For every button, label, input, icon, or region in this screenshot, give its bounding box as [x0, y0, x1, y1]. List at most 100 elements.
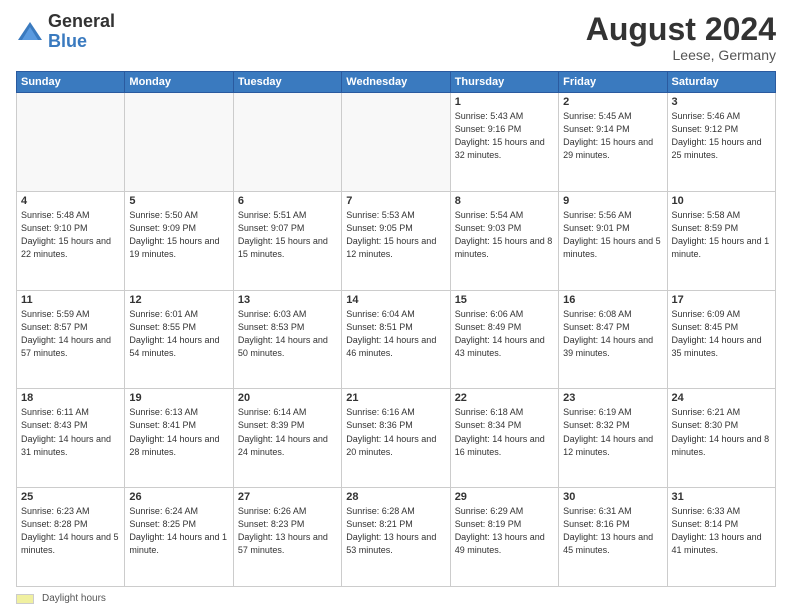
day-info: Sunrise: 6:03 AMSunset: 8:53 PMDaylight:… [238, 308, 337, 360]
week-row-4: 18 Sunrise: 6:11 AMSunset: 8:43 PMDayligh… [17, 389, 776, 488]
day-info: Sunrise: 6:21 AMSunset: 8:30 PMDaylight:… [672, 406, 771, 458]
weekday-header-row: SundayMondayTuesdayWednesdayThursdayFrid… [17, 72, 776, 93]
day-info: Sunrise: 5:46 AMSunset: 9:12 PMDaylight:… [672, 110, 771, 162]
calendar-cell-4-4: 21 Sunrise: 6:16 AMSunset: 8:36 PMDayligh… [342, 389, 450, 488]
calendar-cell-5-6: 30Sunrise: 6:31 AMSunset: 8:16 PMDayligh… [559, 488, 667, 587]
calendar-cell-1-6: 2 Sunrise: 5:45 AMSunset: 9:14 PMDaylight… [559, 93, 667, 192]
daylight-label: Daylight hours [42, 593, 106, 604]
day-number: 11 [21, 294, 120, 306]
day-info: Sunrise: 6:18 AMSunset: 8:34 PMDaylight:… [455, 406, 554, 458]
day-number: 20 [238, 392, 337, 404]
weekday-header-saturday: Saturday [667, 72, 775, 93]
calendar-cell-2-3: 6Sunrise: 5:51 AMSunset: 9:07 PMDaylight… [233, 191, 341, 290]
day-info: Sunrise: 5:48 AMSunset: 9:10 PMDaylight:… [21, 209, 120, 261]
calendar-cell-4-2: 19 Sunrise: 6:13 AMSunset: 8:41 PMDayligh… [125, 389, 233, 488]
calendar-cell-1-4 [342, 93, 450, 192]
calendar-cell-3-6: 16 Sunrise: 6:08 AMSunset: 8:47 PMDayligh… [559, 290, 667, 389]
day-info: Sunrise: 6:23 AMSunset: 8:28 PMDaylight:… [21, 505, 120, 557]
day-info: Sunrise: 5:58 AMSunset: 8:59 PMDaylight:… [672, 209, 771, 261]
calendar-cell-1-1 [17, 93, 125, 192]
calendar-cell-5-3: 27 Sunrise: 6:26 AMSunset: 8:23 PMDayligh… [233, 488, 341, 587]
day-info: Sunrise: 6:06 AMSunset: 8:49 PMDaylight:… [455, 308, 554, 360]
day-number: 26 [129, 491, 228, 503]
day-info: Sunrise: 6:14 AMSunset: 8:39 PMDaylight:… [238, 406, 337, 458]
month-year: August 2024 [586, 12, 776, 47]
title-block: August 2024 Leese, Germany [586, 12, 776, 63]
calendar-cell-2-5: 8Sunrise: 5:54 AMSunset: 9:03 PMDaylight… [450, 191, 558, 290]
day-number: 17 [672, 294, 771, 306]
day-number: 29 [455, 491, 554, 503]
calendar-cell-1-5: 1Sunrise: 5:43 AMSunset: 9:16 PMDaylight… [450, 93, 558, 192]
footer: Daylight hours [16, 593, 776, 604]
day-number: 28 [346, 491, 445, 503]
day-info: Sunrise: 5:45 AMSunset: 9:14 PMDaylight:… [563, 110, 662, 162]
page: General Blue August 2024 Leese, Germany … [0, 0, 792, 612]
day-number: 9 [563, 195, 662, 207]
day-info: Sunrise: 5:43 AMSunset: 9:16 PMDaylight:… [455, 110, 554, 162]
day-info: Sunrise: 6:28 AMSunset: 8:21 PMDaylight:… [346, 505, 445, 557]
calendar-cell-3-3: 13 Sunrise: 6:03 AMSunset: 8:53 PMDayligh… [233, 290, 341, 389]
day-number: 25 [21, 491, 120, 503]
day-info: Sunrise: 5:56 AMSunset: 9:01 PMDaylight:… [563, 209, 662, 261]
calendar-cell-3-2: 12Sunrise: 6:01 AMSunset: 8:55 PMDayligh… [125, 290, 233, 389]
day-number: 2 [563, 96, 662, 108]
day-info: Sunrise: 5:51 AMSunset: 9:07 PMDaylight:… [238, 209, 337, 261]
day-number: 22 [455, 392, 554, 404]
weekday-header-wednesday: Wednesday [342, 72, 450, 93]
weekday-header-friday: Friday [559, 72, 667, 93]
day-info: Sunrise: 6:31 AMSunset: 8:16 PMDaylight:… [563, 505, 662, 557]
day-info: Sunrise: 6:26 AMSunset: 8:23 PMDaylight:… [238, 505, 337, 557]
calendar-cell-5-5: 29Sunrise: 6:29 AMSunset: 8:19 PMDayligh… [450, 488, 558, 587]
day-number: 21 [346, 392, 445, 404]
calendar-cell-2-1: 4 Sunrise: 5:48 AMSunset: 9:10 PMDaylight… [17, 191, 125, 290]
logo: General Blue [16, 12, 115, 52]
day-info: Sunrise: 5:59 AMSunset: 8:57 PMDaylight:… [21, 308, 120, 360]
day-number: 4 [21, 195, 120, 207]
day-info: Sunrise: 5:50 AMSunset: 9:09 PMDaylight:… [129, 209, 228, 261]
calendar-cell-3-1: 11 Sunrise: 5:59 AMSunset: 8:57 PMDayligh… [17, 290, 125, 389]
day-info: Sunrise: 6:24 AMSunset: 8:25 PMDaylight:… [129, 505, 228, 557]
day-info: Sunrise: 6:13 AMSunset: 8:41 PMDaylight:… [129, 406, 228, 458]
calendar-cell-1-2 [125, 93, 233, 192]
calendar-cell-3-5: 15Sunrise: 6:06 AMSunset: 8:49 PMDayligh… [450, 290, 558, 389]
day-number: 8 [455, 195, 554, 207]
calendar-cell-4-7: 24Sunrise: 6:21 AMSunset: 8:30 PMDayligh… [667, 389, 775, 488]
day-info: Sunrise: 6:04 AMSunset: 8:51 PMDaylight:… [346, 308, 445, 360]
calendar-table: SundayMondayTuesdayWednesdayThursdayFrid… [16, 71, 776, 587]
day-info: Sunrise: 6:09 AMSunset: 8:45 PMDaylight:… [672, 308, 771, 360]
day-info: Sunrise: 6:16 AMSunset: 8:36 PMDaylight:… [346, 406, 445, 458]
calendar-cell-1-3 [233, 93, 341, 192]
calendar-cell-5-7: 31 Sunrise: 6:33 AMSunset: 8:14 PMDayligh… [667, 488, 775, 587]
calendar-cell-2-6: 9 Sunrise: 5:56 AMSunset: 9:01 PMDaylight… [559, 191, 667, 290]
calendar-cell-5-2: 26 Sunrise: 6:24 AMSunset: 8:25 PMDayligh… [125, 488, 233, 587]
day-number: 12 [129, 294, 228, 306]
day-number: 10 [672, 195, 771, 207]
day-info: Sunrise: 6:08 AMSunset: 8:47 PMDaylight:… [563, 308, 662, 360]
week-row-3: 11 Sunrise: 5:59 AMSunset: 8:57 PMDayligh… [17, 290, 776, 389]
day-number: 13 [238, 294, 337, 306]
calendar-cell-4-6: 23Sunrise: 6:19 AMSunset: 8:32 PMDayligh… [559, 389, 667, 488]
day-number: 27 [238, 491, 337, 503]
calendar-cell-3-4: 14Sunrise: 6:04 AMSunset: 8:51 PMDayligh… [342, 290, 450, 389]
day-number: 18 [21, 392, 120, 404]
weekday-header-monday: Monday [125, 72, 233, 93]
calendar-cell-1-7: 3 Sunrise: 5:46 AMSunset: 9:12 PMDaylight… [667, 93, 775, 192]
calendar-cell-2-2: 5 Sunrise: 5:50 AMSunset: 9:09 PMDaylight… [125, 191, 233, 290]
day-number: 3 [672, 96, 771, 108]
logo-icon [16, 18, 44, 46]
calendar-cell-4-1: 18 Sunrise: 6:11 AMSunset: 8:43 PMDayligh… [17, 389, 125, 488]
calendar-cell-2-4: 7Sunrise: 5:53 AMSunset: 9:05 PMDaylight… [342, 191, 450, 290]
calendar-cell-5-4: 28 Sunrise: 6:28 AMSunset: 8:21 PMDayligh… [342, 488, 450, 587]
day-number: 19 [129, 392, 228, 404]
day-info: Sunrise: 6:33 AMSunset: 8:14 PMDaylight:… [672, 505, 771, 557]
weekday-header-tuesday: Tuesday [233, 72, 341, 93]
day-info: Sunrise: 6:11 AMSunset: 8:43 PMDaylight:… [21, 406, 120, 458]
day-number: 5 [129, 195, 228, 207]
day-number: 16 [563, 294, 662, 306]
header: General Blue August 2024 Leese, Germany [16, 12, 776, 63]
weekday-header-thursday: Thursday [450, 72, 558, 93]
day-info: Sunrise: 5:53 AMSunset: 9:05 PMDaylight:… [346, 209, 445, 261]
day-number: 31 [672, 491, 771, 503]
calendar-cell-4-5: 22 Sunrise: 6:18 AMSunset: 8:34 PMDayligh… [450, 389, 558, 488]
calendar-cell-3-7: 17 Sunrise: 6:09 AMSunset: 8:45 PMDayligh… [667, 290, 775, 389]
